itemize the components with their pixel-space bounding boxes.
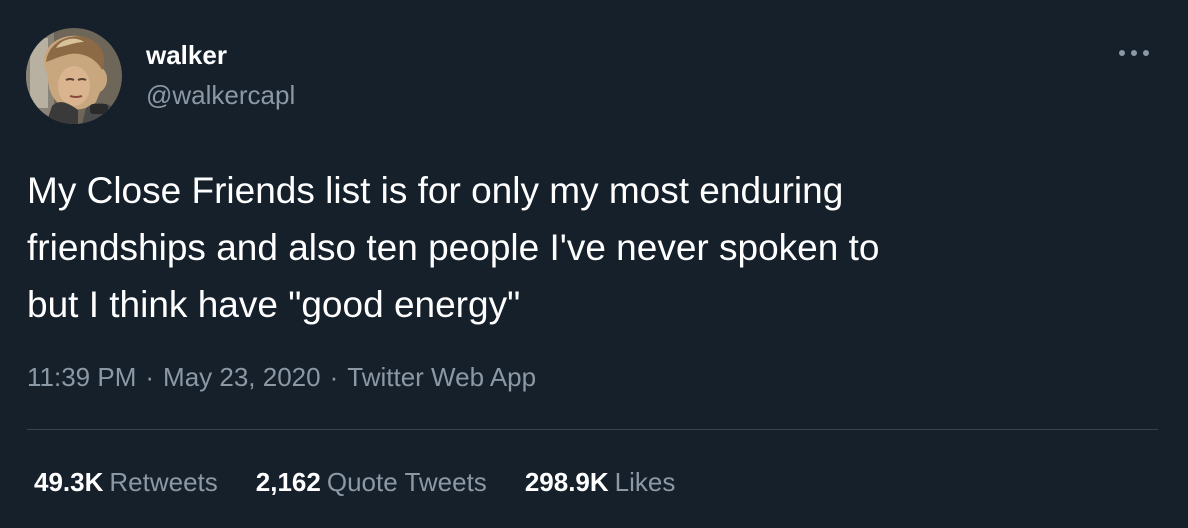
retweets-stat[interactable]: 49.3K Retweets [34,466,218,498]
tweet-meta: 11:39 PM · May 23, 2020 · Twitter Web App [27,361,536,393]
divider [27,429,1158,430]
retweets-count: 49.3K [34,467,104,497]
more-options-button[interactable] [1112,40,1156,66]
tweet-source-link[interactable]: Twitter Web App [347,362,536,392]
tweet-text-line: My Close Friends list is for only my mos… [27,170,844,211]
tweet-time-link[interactable]: 11:39 PM [27,362,136,392]
quote-tweets-label: Quote Tweets [326,467,487,497]
display-name[interactable]: walker [146,40,227,70]
tweet-text-line: but I think have "good energy" [27,284,521,325]
quote-tweets-count: 2,162 [255,467,321,497]
avatar[interactable] [26,28,122,124]
likes-count: 298.9K [524,467,609,497]
likes-stat[interactable]: 298.9K Likes [525,466,676,498]
more-horizontal-icon [1119,50,1149,56]
meta-separator: · [329,362,339,392]
retweets-label: Retweets [109,467,218,497]
tweet-text-line: friendships and also ten people I've nev… [27,227,880,268]
engagement-stats: 49.3K Retweets 2,162 Quote Tweets 298.9K Li… [34,466,713,498]
tweet-date-link[interactable]: May 23, 2020 [163,362,321,392]
user-handle[interactable]: @walkercapl [146,80,295,110]
tweet-card: walker @walkercapl My Close Friends list… [0,0,1188,528]
tweet-text: My Close Friends list is for only my mos… [27,162,1157,333]
avatar-photo-icon [26,28,122,124]
likes-label: Likes [614,467,676,497]
meta-separator: · [145,362,155,392]
quote-tweets-stat[interactable]: 2,162 Quote Tweets [256,466,487,498]
